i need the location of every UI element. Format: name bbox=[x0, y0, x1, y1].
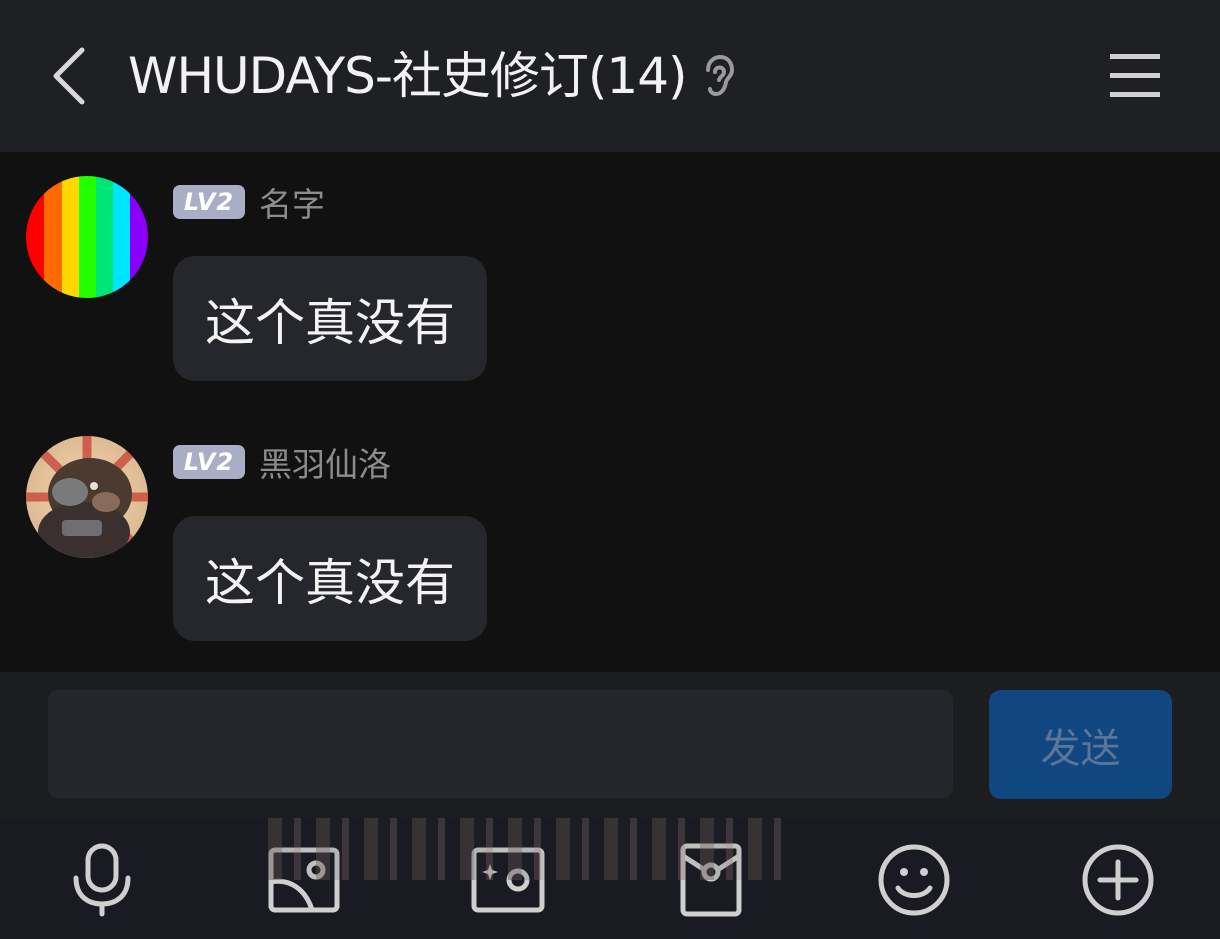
send-button[interactable]: 发送 bbox=[989, 690, 1172, 799]
chevron-left-icon bbox=[53, 47, 85, 105]
message-list[interactable]: LV2 名字 这个真没有 LV2 黑羽仙洛 这个真没有 bbox=[0, 152, 1220, 672]
message-bubble[interactable]: 这个真没有 bbox=[173, 516, 487, 641]
back-button[interactable] bbox=[40, 44, 96, 108]
chat-header: WHUDAYS-社史修订(14) bbox=[0, 0, 1220, 152]
menu-button[interactable] bbox=[1106, 50, 1166, 102]
sender-name[interactable]: 黑羽仙洛 bbox=[259, 438, 391, 486]
composer-bar: 发送 bbox=[0, 672, 1220, 818]
armored-bear-avatar[interactable] bbox=[26, 436, 148, 558]
microphone-icon[interactable] bbox=[64, 842, 140, 918]
level-badge: LV2 bbox=[173, 445, 245, 479]
rainbow-stripes-avatar[interactable] bbox=[26, 176, 148, 298]
message-input[interactable] bbox=[48, 690, 953, 798]
ear-icon bbox=[706, 54, 735, 97]
chat-title: WHUDAYS-社史修订(14) bbox=[128, 47, 688, 105]
pixelated-overlay bbox=[268, 818, 793, 880]
plus-circle-icon[interactable] bbox=[1080, 842, 1156, 918]
level-badge: LV2 bbox=[173, 185, 245, 219]
emoji-icon[interactable] bbox=[876, 842, 952, 918]
sender-name[interactable]: 名字 bbox=[259, 178, 325, 226]
hamburger-menu-icon bbox=[1110, 54, 1160, 97]
message-bubble[interactable]: 这个真没有 bbox=[173, 256, 487, 381]
